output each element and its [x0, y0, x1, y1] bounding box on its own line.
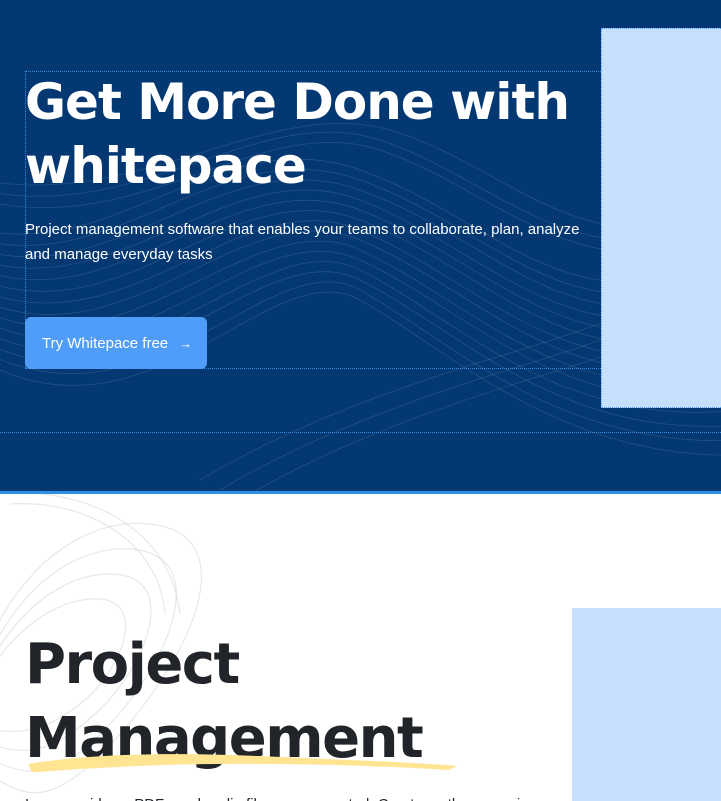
hero-image-placeholder — [601, 28, 721, 408]
try-whitepace-free-button[interactable]: Try Whitepace free → — [25, 317, 207, 369]
hero-section: Get More Done with whitepace Project man… — [0, 0, 721, 492]
layout-guide-section-bottom — [0, 432, 721, 433]
hero-title: Get More Done with whitepace — [25, 73, 570, 195]
cta-label: Try Whitepace free — [42, 334, 169, 352]
section-description: Images, videos, PDFs and audio files are… — [25, 793, 565, 801]
arrow-right-icon: → — [179, 335, 193, 351]
section-image-placeholder — [572, 608, 721, 801]
section-title-text: Project Management — [25, 632, 424, 771]
section-title: Project Management — [25, 628, 445, 776]
project-management-section: Project Management Images, videos, PDFs … — [0, 494, 721, 801]
hero-subtitle: Project management software that enables… — [25, 221, 580, 263]
